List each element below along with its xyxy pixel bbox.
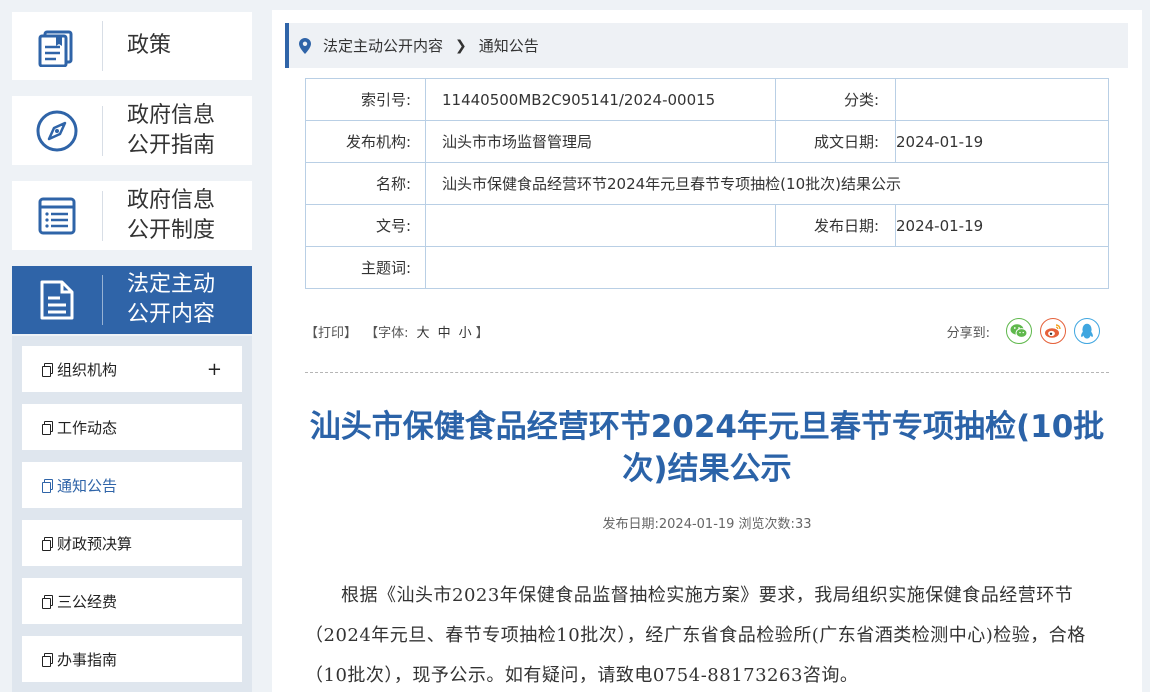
- submenu-item-service-guide[interactable]: 办事指南: [22, 636, 242, 682]
- divider: [305, 372, 1109, 373]
- document-icon: [42, 653, 53, 667]
- meta-label: 文号:: [305, 204, 426, 247]
- document-icon: [42, 421, 53, 435]
- submenu-item-notices[interactable]: 通知公告: [22, 462, 242, 508]
- font-size-label: 【字体:: [365, 326, 409, 341]
- sidebar-card-guide[interactable]: 政府信息 公开指南: [12, 96, 252, 165]
- sidebar-card-label: 政府信息 公开制度: [127, 187, 216, 243]
- wechat-share-icon[interactable]: [1006, 318, 1032, 344]
- compass-icon: [12, 96, 102, 165]
- main-content: 法定主动公开内容 ❯ 通知公告 索引号: 11440500MB2C905141/…: [272, 10, 1142, 692]
- submenu-item-label: 通知公告: [57, 476, 118, 495]
- submenu-item-label: 办事指南: [57, 650, 118, 669]
- share-label: 分享到:: [946, 325, 990, 341]
- meta-label: 发布机构:: [305, 120, 426, 163]
- meta-label: 名称:: [305, 162, 426, 205]
- expand-icon[interactable]: +: [207, 359, 222, 380]
- meta-label: 索引号:: [305, 78, 426, 121]
- submenu-item-label: 工作动态: [57, 418, 118, 437]
- sidebar-card-label: 政府信息 公开指南: [127, 102, 216, 158]
- location-pin-icon: [299, 37, 311, 54]
- font-small-button[interactable]: 小: [459, 326, 472, 341]
- document-icon: [42, 363, 53, 377]
- meta-label: 分类:: [775, 78, 896, 121]
- submenu-item-label: 财政预决算: [57, 534, 133, 553]
- sidebar-card-system[interactable]: 政府信息 公开制度: [12, 181, 252, 250]
- document-icon: [42, 595, 53, 609]
- breadcrumb-link[interactable]: 法定主动公开内容: [323, 35, 443, 56]
- submenu-item-organization[interactable]: 组织机构 +: [22, 346, 242, 392]
- meta-value: 汕头市市场监督管理局: [425, 120, 776, 163]
- print-button[interactable]: 【打印】: [305, 326, 357, 341]
- qq-share-icon[interactable]: [1074, 318, 1100, 344]
- chevron-right-icon: ❯: [455, 37, 467, 54]
- meta-label: 发布日期:: [775, 204, 896, 247]
- meta-value: [425, 204, 776, 247]
- font-large-button[interactable]: 大: [417, 326, 430, 341]
- meta-value: [895, 78, 1109, 121]
- article-body: 根据《汕头市2023年保健食品监督抽检实施方案》要求，我局组织实施保健食品经营环…: [305, 585, 1086, 686]
- submenu: 组织机构 + 工作动态 通知公告 财政预决算 三公经费 办事指南: [12, 336, 252, 692]
- meta-value: 2024-01-19: [895, 204, 1109, 247]
- breadcrumb-link[interactable]: 通知公告: [479, 35, 539, 56]
- sidebar-card-label: 政策: [127, 33, 172, 58]
- sidebar-card-disclosure[interactable]: 法定主动 公开内容: [12, 266, 252, 334]
- sidebar-card-label: 法定主动 公开内容: [127, 272, 216, 327]
- toolbar: 【打印】 【字体: 大中小】: [305, 322, 493, 341]
- weibo-share-icon[interactable]: [1040, 318, 1066, 344]
- submenu-item-three-expenses[interactable]: 三公经费: [22, 578, 242, 624]
- meta-value: 汕头市保健食品经营环节2024年元旦春节专项抽检(10批次)结果公示: [425, 162, 1109, 205]
- list-document-icon: [12, 181, 102, 250]
- breadcrumb: 法定主动公开内容 ❯ 通知公告: [285, 23, 1128, 68]
- submenu-item-label: 组织机构: [57, 360, 118, 379]
- book-icon: [12, 12, 102, 80]
- submenu-item-budget[interactable]: 财政预决算: [22, 520, 242, 566]
- meta-value: 11440500MB2C905141/2024-00015: [425, 78, 776, 121]
- submenu-item-label: 三公经费: [57, 592, 118, 611]
- article-title: 汕头市保健食品经营环节2024年元旦春节专项抽检(10批次)结果公示: [309, 409, 1105, 487]
- sidebar: 政策 政府信息 公开指南 政府信息 公开制度 法定主动 公开内容 组织机构 + …: [0, 0, 264, 692]
- document-icon: [12, 266, 102, 334]
- sidebar-card-policy[interactable]: 政策: [12, 12, 252, 80]
- submenu-item-work-news[interactable]: 工作动态: [22, 404, 242, 450]
- share-bar: 分享到:: [947, 318, 1100, 344]
- font-medium-button[interactable]: 中: [438, 326, 451, 341]
- article-pubinfo: 发布日期:2024-01-19 浏览次数:33: [602, 517, 812, 532]
- font-size-suffix: 】: [475, 326, 489, 341]
- meta-value: 2024-01-19: [895, 120, 1109, 163]
- meta-label: 成文日期:: [775, 120, 896, 163]
- document-icon: [42, 537, 53, 551]
- document-icon: [42, 479, 53, 493]
- meta-value: [425, 246, 1109, 289]
- meta-label: 主题词:: [305, 246, 426, 289]
- metadata-table: 索引号: 11440500MB2C905141/2024-00015 分类: 发…: [305, 78, 1109, 289]
